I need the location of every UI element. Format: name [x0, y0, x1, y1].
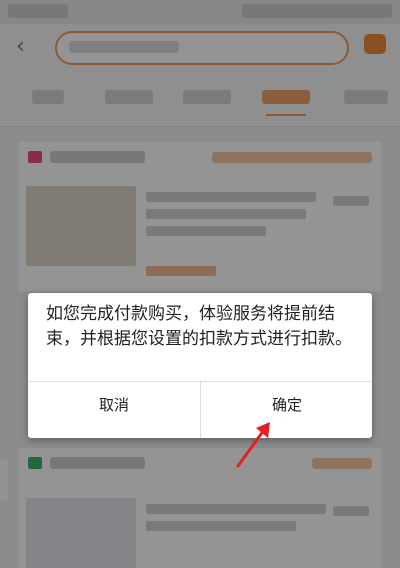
modal-scrim[interactable] [0, 0, 400, 568]
cancel-button[interactable]: 取消 [28, 382, 200, 438]
confirm-dialog: 如您完成付款购买，体验服务将提前结束，并根据您设置的扣款方式进行扣款。 取消 确… [28, 293, 372, 438]
annotation-arrow-icon [236, 422, 270, 468]
dialog-message: 如您完成付款购买，体验服务将提前结束，并根据您设置的扣款方式进行扣款。 [46, 304, 352, 349]
confirm-button[interactable]: 确定 [201, 382, 373, 438]
